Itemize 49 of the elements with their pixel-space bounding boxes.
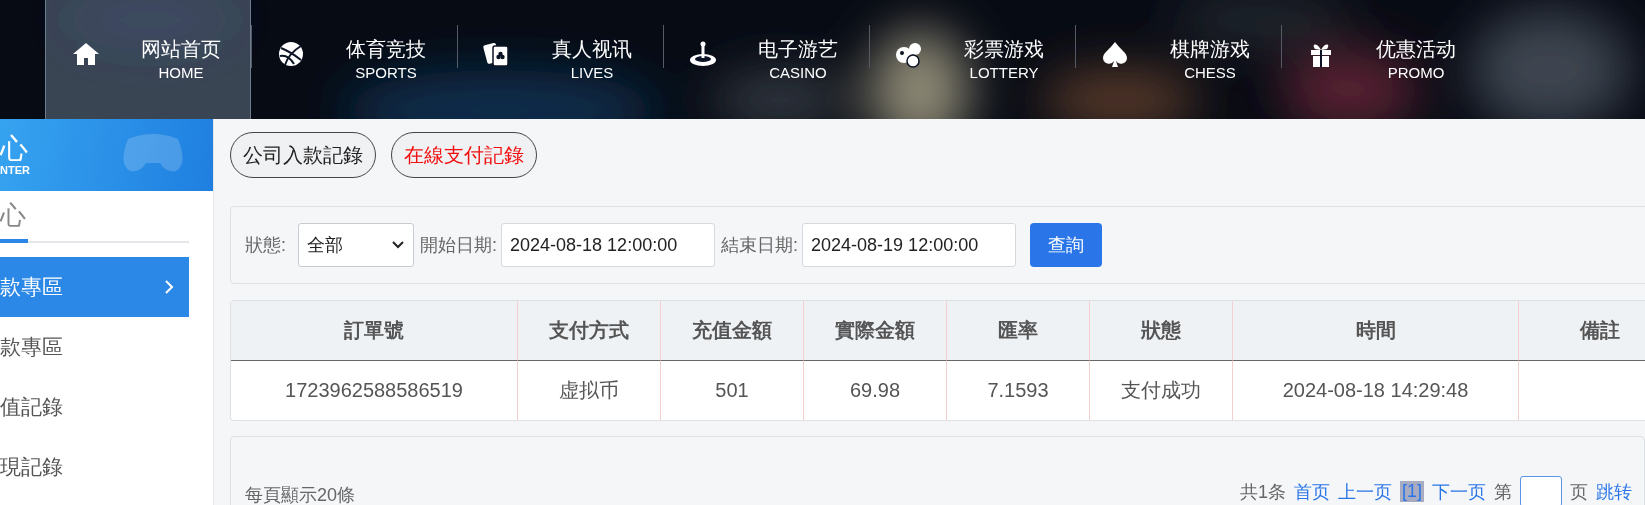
end-date-label: 結束日期: [721,234,799,257]
sidebar-item[interactable]: 款專區 [0,257,189,317]
total-count: 共1条 [1239,480,1286,504]
column-header: 時間 [1232,301,1518,361]
next-page-link[interactable]: 下一页 [1432,479,1486,504]
first-page-link[interactable]: 首页 [1294,479,1330,504]
prev-page-link[interactable]: 上一页 [1338,479,1392,504]
page-size-text: 每頁顯示20條 [245,484,356,505]
nav-item[interactable]: 体育竞技 SPORTS [251,0,457,119]
column-header: 支付方式 [517,301,660,361]
page-suffix-label: 页 [1570,480,1588,504]
sidebar-tab[interactable]: 心 [0,192,28,243]
table-cell: 501 [715,379,749,401]
column-header: 充值金額 [660,301,803,361]
start-date-label: 開始日期: [420,234,498,257]
page-number-field[interactable] [1520,476,1562,505]
nav-item[interactable]: 棋牌游戏 CHESS [1075,0,1281,119]
record-tab[interactable]: 公司入款記錄 [230,132,376,178]
table-cell: 支付成功 [1121,379,1201,401]
nav-item[interactable]: 真人视讯 LIVES [457,0,663,119]
sidebar-header: 心 NTER [0,119,213,191]
status-label: 狀態: [245,234,286,257]
table-cell: 1723962588586519 [285,379,463,401]
chevron-right-icon [163,279,175,295]
nav-item[interactable]: 优惠活动 PROMO [1281,0,1487,119]
sidebar-item[interactable]: 值記錄 [0,377,189,437]
nav-item[interactable]: 彩票游戏 LOTTERY [869,0,1075,119]
column-header: 訂單號 [231,301,517,361]
nav-item[interactable]: 电子游艺 CASINO [663,0,869,119]
record-tab[interactable]: 在線支付記錄 [391,132,537,178]
table-cell: 虚拟币 [559,379,619,401]
current-page: [1] [1400,481,1424,502]
chevron-down-icon [391,240,405,250]
query-button[interactable]: 查詢 [1030,223,1103,267]
column-header: 備註 [1518,301,1645,361]
column-header: 狀態 [1089,301,1232,361]
nav-item[interactable]: 网站首页 HOME [45,0,251,119]
sidebar-item[interactable]: 款專區 [0,317,189,377]
start-date-field[interactable]: 2024-08-18 12:00:00 [501,223,716,267]
jump-link[interactable]: 跳转 [1596,479,1632,504]
status-select[interactable]: 全部 [298,223,414,267]
end-date-field[interactable]: 2024-08-19 12:00:00 [802,223,1017,267]
sidebar-item[interactable]: 現記錄 [0,437,189,497]
column-header: 實際金額 [803,301,946,361]
table-cell: 7.1593 [987,379,1049,401]
table-cell: 69.98 [849,379,901,401]
table-cell: 2024-08-18 14:29:48 [1282,379,1469,401]
column-header: 匯率 [946,301,1089,361]
page-prefix-label: 第 [1494,480,1512,504]
